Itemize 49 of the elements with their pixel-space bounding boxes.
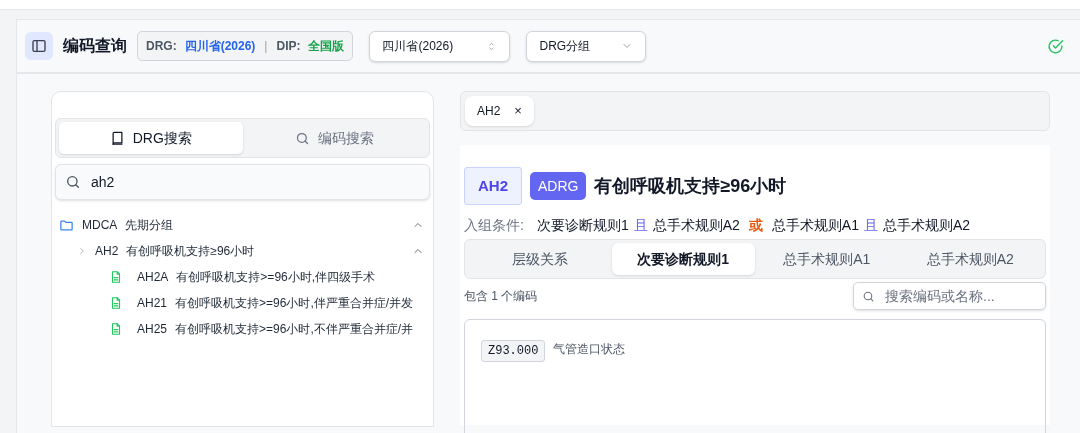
dropdown-select[interactable]: DRG分组 [526, 30, 647, 62]
search-icon [294, 130, 310, 146]
document-icon [109, 322, 123, 336]
close-tab-button[interactable]: × [514, 101, 522, 121]
rule-name: 次要诊断规则1 [536, 216, 629, 235]
sidebar-toggle-button[interactable] [25, 32, 53, 60]
dropdown-select[interactable]: 四川省(2026) [369, 30, 511, 62]
or-operator: 或 [748, 216, 763, 235]
version-value: 全国版 [308, 38, 345, 55]
version-value: 四川省(2026) [184, 38, 256, 55]
code-count: 包含 1 个编码 [464, 288, 538, 305]
detail-title: 有创呼吸机支持≥96小时 [594, 174, 787, 198]
filter-field[interactable]: 搜索编码或名称... [853, 282, 1046, 310]
rule-tab[interactable]: 次要诊断规则1 [611, 243, 755, 275]
code-tag: Z93.000 [481, 340, 546, 362]
code-badge: AH2 [464, 167, 522, 205]
search-mode-tab[interactable]: 编码搜索 [242, 122, 426, 154]
condition-label: 入组条件: [464, 216, 524, 235]
version-label: DIP: [276, 38, 301, 55]
and-operator: 且 [863, 216, 878, 235]
rule-tab[interactable]: 总手术规则A1 [755, 243, 899, 275]
rule-name: 总手术规则A2 [882, 216, 971, 235]
search-icon [862, 289, 875, 303]
search-icon [65, 174, 81, 190]
document-icon [109, 270, 123, 284]
separator: | [263, 38, 269, 55]
rule-name: 总手术规则A2 [652, 216, 740, 235]
tree-item[interactable]: AH25 有创呼吸机支持>=96小时,不伴严重合并症/并 [55, 316, 430, 342]
chevron-right-icon [77, 246, 87, 256]
version-label: DRG: [146, 38, 177, 55]
rule-tab[interactable]: 层级关系 [468, 243, 612, 275]
tree-item[interactable]: AH21 有创呼吸机支持>=96小时,伴严重合并症/并发 [55, 290, 430, 316]
document-icon [109, 296, 123, 310]
tree-item[interactable]: AH2 有创呼吸机支持≥96小时 [55, 238, 430, 264]
rule-tab[interactable]: 总手术规则A2 [898, 243, 1042, 275]
and-operator: 且 [633, 216, 648, 235]
tree-item[interactable]: AH2A 有创呼吸机支持>=96小时,伴四级手术 [55, 264, 430, 290]
code-name: 气管造口状态 [553, 341, 626, 358]
open-tab[interactable]: AH2 × [465, 96, 534, 126]
search-mode-tab[interactable]: DRG搜索 [59, 122, 243, 154]
search-field[interactable]: ah2 [55, 164, 430, 200]
type-badge: ADRG [530, 172, 587, 200]
sidebar-icon [31, 38, 47, 54]
tree-item[interactable]: MDCA 先期分组 [55, 212, 430, 238]
page-title: 编码查询 [63, 36, 127, 56]
folder-icon [59, 217, 74, 233]
check-circle-icon [1047, 37, 1064, 55]
rule-name: 总手术规则A1 [771, 216, 859, 235]
book-icon [109, 130, 125, 146]
